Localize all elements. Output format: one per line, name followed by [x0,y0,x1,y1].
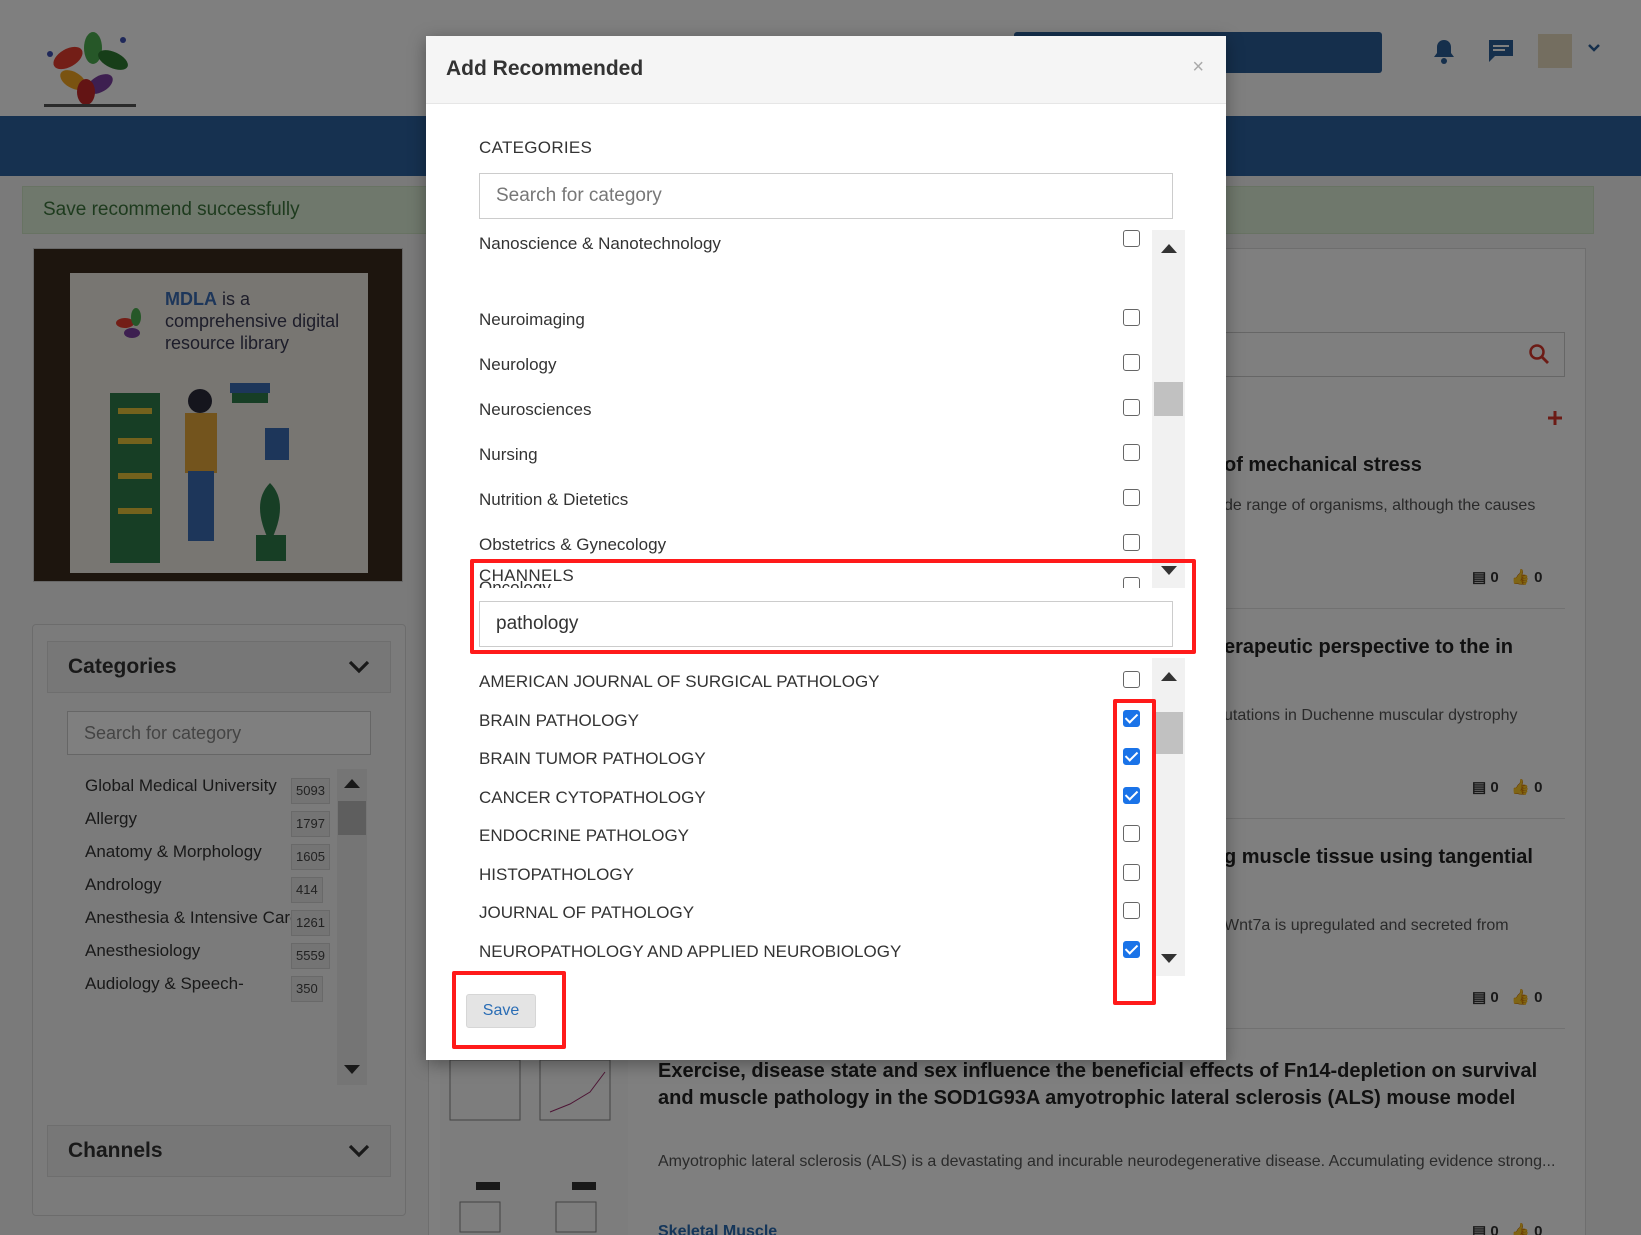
channel-list: AMERICAN JOURNAL OF SURGICAL PATHOLOGY B… [479,658,1179,976]
category-label: Neurology [479,355,557,374]
category-checkbox[interactable] [1123,399,1140,416]
category-checkbox[interactable] [1123,489,1140,506]
channel-label: HISTOPATHOLOGY [479,865,634,884]
channel-item[interactable]: AMERICAN JOURNAL OF SURGICAL PATHOLOGY [479,670,1140,694]
category-item[interactable]: Obstetrics & Gynecology [479,533,1140,557]
highlight-box-channels [470,559,1196,654]
category-checkbox[interactable] [1123,354,1140,371]
highlight-box-checkboxes [1113,699,1156,1005]
channel-item[interactable]: JOURNAL OF PATHOLOGY [479,901,1140,925]
category-item[interactable]: Neurosciences [479,398,1140,422]
category-label: Nanoscience & Nanotechnology [479,234,721,253]
category-item[interactable]: Nutrition & Dietetics [479,488,1140,512]
category-list: Nanoscience & Nanotechnology Neuroimagin… [479,230,1179,588]
channel-item[interactable]: CANCER CYTOPATHOLOGY [479,786,1140,810]
scroll-thumb[interactable] [1154,712,1183,754]
category-checkbox[interactable] [1123,444,1140,461]
categories-label: CATEGORIES [479,138,593,157]
add-recommended-modal: Add Recommended × CATEGORIES Nanoscience… [426,36,1226,1060]
channel-label: BRAIN TUMOR PATHOLOGY [479,749,706,768]
channel-checkbox[interactable] [1123,671,1140,688]
category-label: Obstetrics & Gynecology [479,535,667,554]
category-label: Nursing [479,445,538,464]
category-label: Nutrition & Dietetics [479,490,629,509]
scroll-down-arrow-icon[interactable] [1161,954,1177,963]
modal-header: Add Recommended × [426,36,1226,104]
channel-item[interactable]: BRAIN TUMOR PATHOLOGY [479,747,1140,771]
category-label: Neuroimaging [479,310,585,329]
channel-label: BRAIN PATHOLOGY [479,711,639,730]
highlight-box-save [452,971,566,1049]
close-icon[interactable]: × [1192,56,1204,79]
modal-title: Add Recommended [446,57,644,80]
category-checkbox[interactable] [1123,534,1140,551]
category-checkbox[interactable] [1123,230,1140,247]
scroll-up-arrow-icon[interactable] [1161,672,1177,681]
channel-label: AMERICAN JOURNAL OF SURGICAL PATHOLOGY [479,672,880,691]
category-scrollbar[interactable] [1152,230,1185,588]
scroll-thumb[interactable] [1154,382,1183,416]
channel-item[interactable]: HISTOPATHOLOGY [479,863,1140,887]
category-item[interactable]: Neurology [479,353,1140,377]
channel-label: JOURNAL OF PATHOLOGY [479,903,695,922]
channel-item[interactable]: BRAIN PATHOLOGY [479,709,1140,733]
channel-label: CANCER CYTOPATHOLOGY [479,788,706,807]
category-item[interactable]: Nanoscience & Nanotechnology [479,230,1140,284]
channel-scrollbar[interactable] [1152,658,1185,976]
channel-label: ENDOCRINE PATHOLOGY [479,826,690,845]
category-item[interactable]: Neuroimaging [479,308,1140,332]
category-search-input[interactable] [479,173,1173,219]
channel-item[interactable]: NEUROPATHOLOGY AND APPLIED NEUROBIOLOGY [479,940,1140,964]
category-checkbox[interactable] [1123,309,1140,326]
category-label: Neurosciences [479,400,592,419]
scroll-up-arrow-icon[interactable] [1161,244,1177,253]
channel-label: NEUROPATHOLOGY AND APPLIED NEUROBIOLOGY [479,942,902,961]
channel-item[interactable]: ENDOCRINE PATHOLOGY [479,824,1140,848]
category-item[interactable]: Nursing [479,443,1140,467]
